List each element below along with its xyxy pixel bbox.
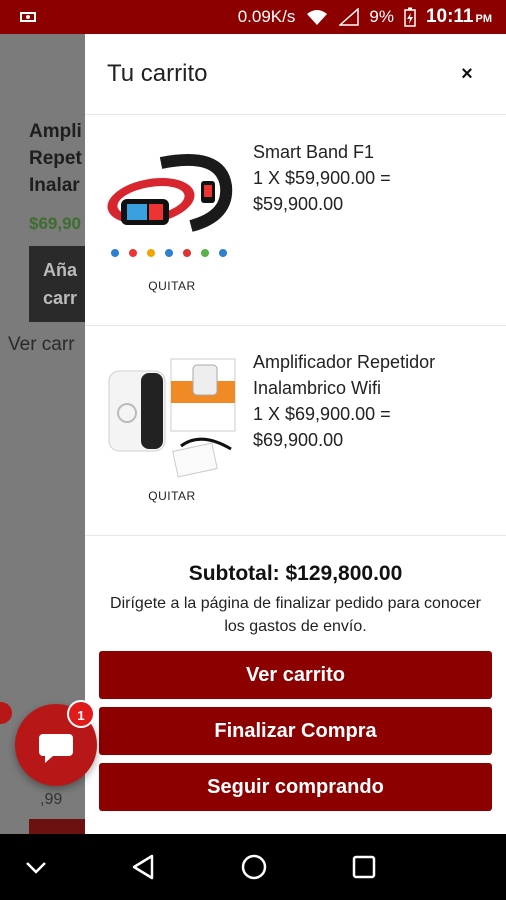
- view-cart-link[interactable]: Ver carr: [8, 334, 75, 356]
- clock: 10:11 PM: [426, 6, 492, 28]
- clock-time: 10:11: [425, 6, 474, 27]
- wifi-icon: [307, 10, 328, 25]
- cart-drawer: Tu carrito × QUITAR Smart Band F1 1 X $5…: [85, 34, 506, 834]
- item-name[interactable]: Amplificador Repetidor Inalambrico Wifi: [253, 349, 493, 401]
- back-icon[interactable]: [126, 849, 162, 885]
- smart-band-image[interactable]: [101, 141, 241, 271]
- cart-header: Tu carrito ×: [85, 34, 506, 115]
- signal-icon: [339, 8, 360, 26]
- item-quantity-line: 1 X $69,900.00 =: [253, 404, 391, 424]
- cart-summary: Subtotal: $129,800.00 Dirígete a la pági…: [85, 544, 506, 638]
- item-quantity-line: 1 X $59,900.00 =: [253, 168, 391, 188]
- network-speed: 0.09K/s: [237, 7, 296, 26]
- remove-item-button[interactable]: QUITAR: [85, 489, 259, 503]
- cart-item: QUITAR Amplificador Repetidor Inalambric…: [85, 325, 506, 536]
- item-info: Smart Band F1 1 X $59,900.00 = $59,900.0…: [253, 139, 493, 217]
- item-total: $69,900.00: [253, 430, 344, 450]
- item-total: $59,900.00: [253, 194, 344, 214]
- add-to-cart-button[interactable]: Aña carr: [29, 246, 85, 322]
- shipping-note: Dirígete a la página de finalizar pedido…: [110, 595, 481, 635]
- cart-title: Tu carrito: [107, 60, 208, 87]
- view-cart-button[interactable]: Ver carrito: [99, 651, 492, 699]
- navigation-bar: [0, 834, 506, 900]
- recents-icon[interactable]: [346, 849, 382, 885]
- home-icon[interactable]: [236, 849, 272, 885]
- product-price-small: ,99: [40, 791, 63, 808]
- continue-shopping-button[interactable]: Seguir comprando: [99, 763, 492, 811]
- chat-notification-badge: 1: [67, 700, 95, 728]
- cart-item: QUITAR Smart Band F1 1 X $59,900.00 = $5…: [85, 115, 506, 326]
- product-title[interactable]: Ampli Repet Inalar: [29, 118, 85, 199]
- wifi-repeater-image[interactable]: [101, 351, 241, 481]
- clock-ampm: PM: [475, 13, 493, 25]
- status-bar: 0.09K/s 9% 10:11 PM: [0, 0, 506, 34]
- app-notification-icon: [20, 12, 36, 22]
- close-icon[interactable]: ×: [455, 62, 479, 86]
- background-button[interactable]: [29, 819, 85, 834]
- item-name[interactable]: Smart Band F1: [253, 139, 493, 165]
- checkout-button[interactable]: Finalizar Compra: [99, 707, 492, 755]
- battery-charging-icon: [404, 7, 416, 27]
- chevron-down-icon[interactable]: [18, 849, 54, 885]
- product-price: $69,90: [29, 214, 81, 233]
- item-info: Amplificador Repetidor Inalambrico Wifi …: [253, 349, 493, 453]
- remove-item-button[interactable]: QUITAR: [85, 279, 259, 293]
- subtotal: Subtotal: $129,800.00: [188, 562, 403, 585]
- battery-percent: 9%: [369, 7, 394, 26]
